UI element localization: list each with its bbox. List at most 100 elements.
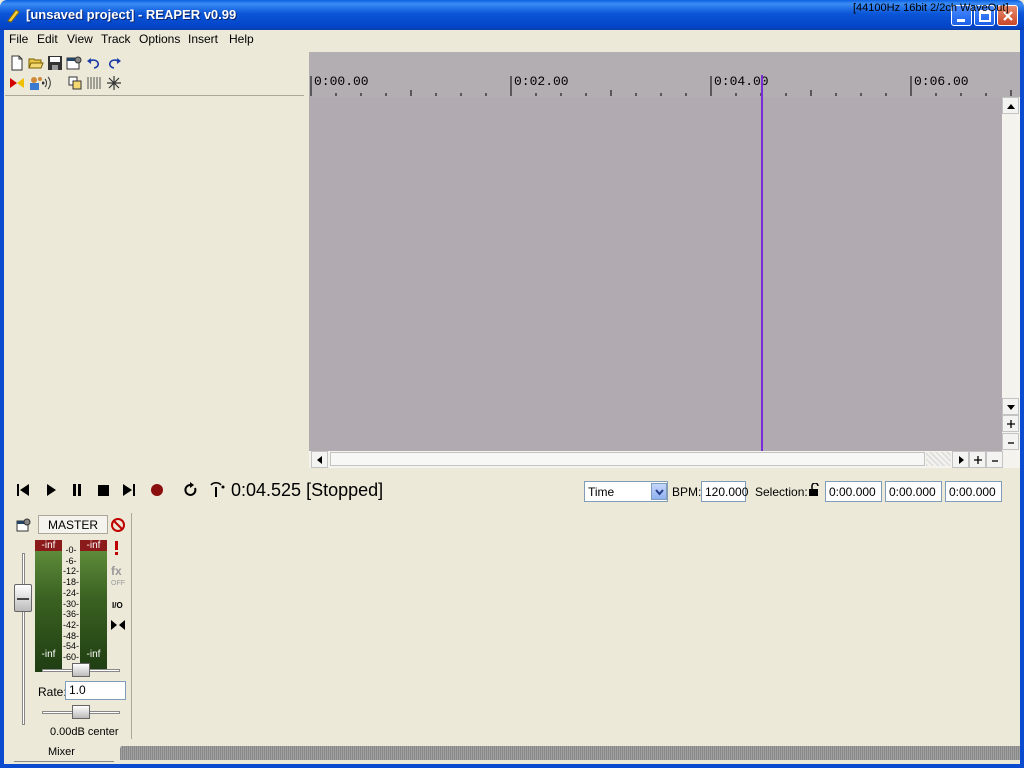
open-folder-icon[interactable] bbox=[28, 55, 44, 71]
menu-file[interactable]: File bbox=[9, 32, 28, 46]
horizontal-scrollbar[interactable] bbox=[309, 451, 1020, 468]
meter-scale-label: -0- bbox=[65, 545, 77, 555]
exclamation-icon bbox=[115, 541, 118, 555]
io-button[interactable]: I/O bbox=[112, 601, 123, 610]
save-icon[interactable] bbox=[47, 55, 63, 71]
go-to-start-button[interactable] bbox=[15, 482, 31, 498]
scroll-track[interactable] bbox=[1003, 114, 1019, 398]
clip-indicator-icon[interactable] bbox=[113, 540, 121, 556]
grid-icon[interactable] bbox=[86, 75, 102, 91]
minus-icon bbox=[992, 460, 998, 462]
pan-knob[interactable] bbox=[72, 663, 90, 677]
meter-right-peak[interactable]: -inf bbox=[80, 540, 107, 551]
menu-edit[interactable]: Edit bbox=[37, 32, 58, 46]
tab-bar-fill bbox=[120, 746, 1020, 760]
undo-icon[interactable] bbox=[86, 55, 102, 71]
routing-icon[interactable] bbox=[67, 75, 83, 91]
meter-scale-label: -54- bbox=[62, 641, 79, 652]
window-frame-bottom bbox=[0, 764, 1024, 768]
skip-back-icon bbox=[17, 484, 29, 496]
rate-input[interactable]: 1.0 bbox=[65, 681, 126, 700]
width-knob[interactable] bbox=[72, 705, 90, 719]
stop-button[interactable] bbox=[95, 482, 111, 498]
meter-right-bottom: -inf bbox=[86, 649, 101, 660]
record-arm-icon[interactable] bbox=[41, 75, 58, 91]
selection-label: Selection: bbox=[755, 485, 808, 499]
master-mute-button[interactable] bbox=[110, 517, 126, 533]
scroll-up-button[interactable] bbox=[1002, 97, 1019, 114]
arrow-up-icon bbox=[1007, 104, 1015, 109]
record-icon bbox=[151, 484, 163, 496]
master-volume-fader[interactable] bbox=[14, 584, 32, 612]
time-display[interactable]: 0:04.525 [Stopped] bbox=[231, 480, 383, 501]
project-settings-icon[interactable] bbox=[66, 55, 82, 71]
meter-scale-label: -60- bbox=[62, 652, 79, 662]
menu-track[interactable]: Track bbox=[101, 32, 131, 46]
master-settings-button[interactable] bbox=[16, 517, 32, 533]
zoom-in-horizontal-button[interactable] bbox=[969, 451, 986, 468]
zoom-out-vertical-button[interactable] bbox=[1002, 433, 1019, 450]
chevron-down-icon bbox=[655, 489, 664, 496]
tab-mixer[interactable]: Mixer bbox=[6, 744, 122, 762]
timeline-label-6: 0:06.00 bbox=[914, 74, 969, 89]
meter-scale-label: -12- bbox=[62, 566, 79, 577]
arrow-down-icon bbox=[1007, 405, 1015, 410]
settings-icon bbox=[16, 518, 31, 532]
arrow-right-icon bbox=[959, 456, 964, 464]
scroll-right-button[interactable] bbox=[952, 451, 969, 468]
reaper-app-icon[interactable] bbox=[6, 7, 22, 23]
audio-device-info[interactable]: [44100Hz 16bit 2/2ch WaveOut] bbox=[853, 2, 1009, 14]
arrow-left-icon bbox=[317, 456, 322, 464]
menu-insert[interactable]: Insert bbox=[188, 32, 218, 46]
scroll-track[interactable] bbox=[926, 452, 951, 466]
master-volume-track[interactable] bbox=[22, 553, 25, 725]
time-mode-select[interactable]: Time bbox=[584, 481, 668, 502]
bpm-input[interactable]: 120.000 bbox=[701, 481, 748, 502]
meter-left-peak[interactable]: -inf bbox=[35, 540, 62, 551]
new-file-icon[interactable] bbox=[9, 55, 25, 71]
phase-button[interactable] bbox=[110, 619, 126, 631]
record-button[interactable] bbox=[149, 482, 165, 498]
playrate-tool-button[interactable] bbox=[208, 482, 226, 498]
edit-cursor[interactable] bbox=[761, 75, 763, 451]
selection-lock-button[interactable] bbox=[807, 482, 821, 497]
metronome-icon[interactable] bbox=[9, 75, 25, 91]
track-list-panel[interactable] bbox=[5, 95, 304, 467]
pause-button[interactable] bbox=[69, 482, 85, 498]
pause-icon bbox=[73, 484, 81, 496]
meter-scale-label: -18- bbox=[62, 577, 79, 588]
menu-bar: File Edit View Track Options Insert Help bbox=[4, 30, 1020, 49]
plus-icon bbox=[1007, 420, 1015, 428]
snap-icon[interactable] bbox=[106, 75, 122, 91]
vertical-scrollbar[interactable] bbox=[1002, 97, 1020, 451]
timeline-label-0: 0:00.00 bbox=[314, 74, 369, 89]
fx-button[interactable]: fx bbox=[111, 564, 122, 578]
timeline-label-2: 0:02.00 bbox=[514, 74, 569, 89]
scroll-down-button[interactable] bbox=[1002, 398, 1019, 415]
selection-end-input[interactable]: 0:00.000 bbox=[885, 481, 942, 502]
play-icon bbox=[47, 484, 56, 496]
scroll-thumb[interactable] bbox=[330, 452, 925, 466]
zoom-out-horizontal-button[interactable] bbox=[986, 451, 1003, 468]
selection-start-input[interactable]: 0:00.000 bbox=[825, 481, 882, 502]
menu-options[interactable]: Options bbox=[139, 32, 180, 46]
repeat-button[interactable] bbox=[183, 482, 199, 498]
selection-length-input[interactable]: 0:00.000 bbox=[945, 481, 1002, 502]
rate-label: Rate: bbox=[38, 685, 67, 699]
dropdown-button[interactable] bbox=[651, 483, 667, 500]
zoom-in-vertical-button[interactable] bbox=[1002, 415, 1019, 432]
arrange-view[interactable] bbox=[309, 97, 1002, 451]
play-button[interactable] bbox=[43, 482, 59, 498]
menu-help[interactable]: Help bbox=[229, 32, 254, 46]
redo-icon[interactable] bbox=[106, 55, 122, 71]
meter-scale: -0- -6- -12- -18- -24- -30- -36- -42- -48- -54- -6… bbox=[62, 545, 80, 663]
timeline-ruler[interactable]: 0:00.00 0:02.00 0:04.00 0:06.00 bbox=[309, 52, 1020, 97]
menu-view[interactable]: View bbox=[67, 32, 93, 46]
meter-scale-label: -36- bbox=[62, 609, 79, 620]
repeat-icon bbox=[184, 482, 197, 496]
go-to-end-button[interactable] bbox=[121, 482, 137, 498]
phase-icon bbox=[111, 620, 125, 630]
master-name-label[interactable]: MASTER bbox=[38, 515, 108, 534]
plus-icon bbox=[974, 456, 982, 464]
scroll-left-button[interactable] bbox=[311, 451, 328, 468]
